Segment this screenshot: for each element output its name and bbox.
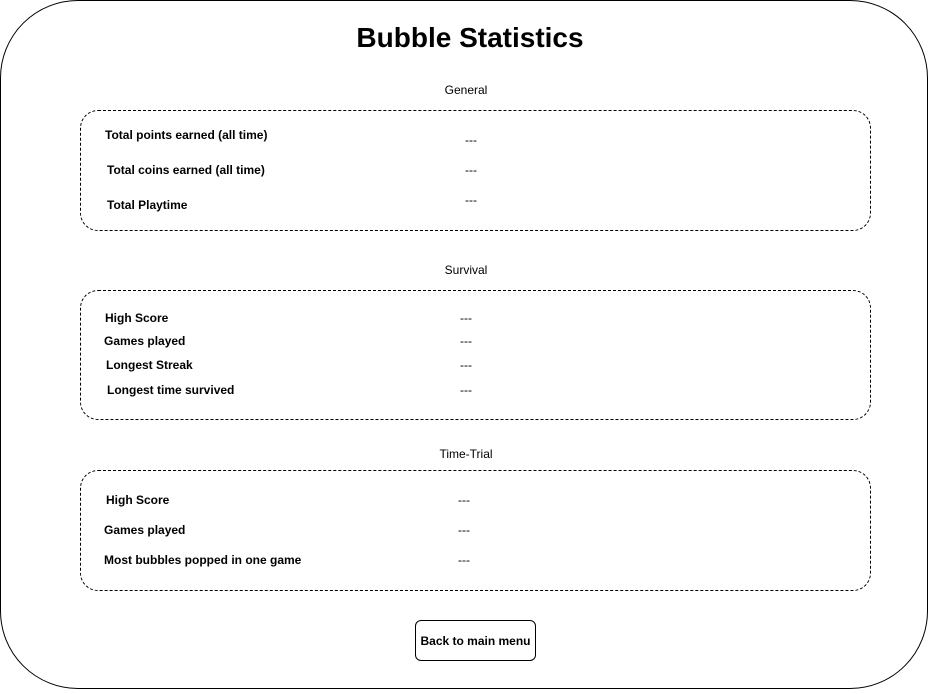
survival-panel xyxy=(80,290,871,420)
time-trial-stat-value: --- xyxy=(458,523,470,537)
general-stat-value: --- xyxy=(465,163,477,177)
time-trial-stat-label: Most bubbles popped in one game xyxy=(104,553,302,567)
survival-stat-value: --- xyxy=(460,334,472,348)
general-stat-value: --- xyxy=(465,193,477,207)
survival-stat-value: --- xyxy=(460,383,472,397)
general-heading: General xyxy=(444,83,488,97)
back-to-main-menu-button[interactable]: Back to main menu xyxy=(415,620,536,661)
survival-stat-label: Games played xyxy=(104,334,186,348)
general-stat-label: Total points earned (all time) xyxy=(105,128,268,142)
time-trial-panel xyxy=(80,470,871,591)
time-trial-stat-value: --- xyxy=(458,493,470,507)
general-stat-value: --- xyxy=(465,133,477,147)
survival-stat-label: Longest time survived xyxy=(107,383,235,397)
survival-stat-value: --- xyxy=(460,358,472,372)
time-trial-stat-label: High Score xyxy=(106,493,170,507)
time-trial-heading: Time-Trial xyxy=(439,447,493,461)
page-title: Bubble Statistics xyxy=(356,22,584,53)
survival-stat-label: Longest Streak xyxy=(106,358,193,372)
general-stat-label: Total Playtime xyxy=(107,198,188,212)
survival-stat-value: --- xyxy=(460,311,472,325)
time-trial-stat-value: --- xyxy=(458,553,470,567)
survival-heading: Survival xyxy=(444,263,488,277)
general-stat-label: Total coins earned (all time) xyxy=(107,163,265,177)
time-trial-stat-label: Games played xyxy=(104,523,186,537)
survival-stat-label: High Score xyxy=(105,311,169,325)
